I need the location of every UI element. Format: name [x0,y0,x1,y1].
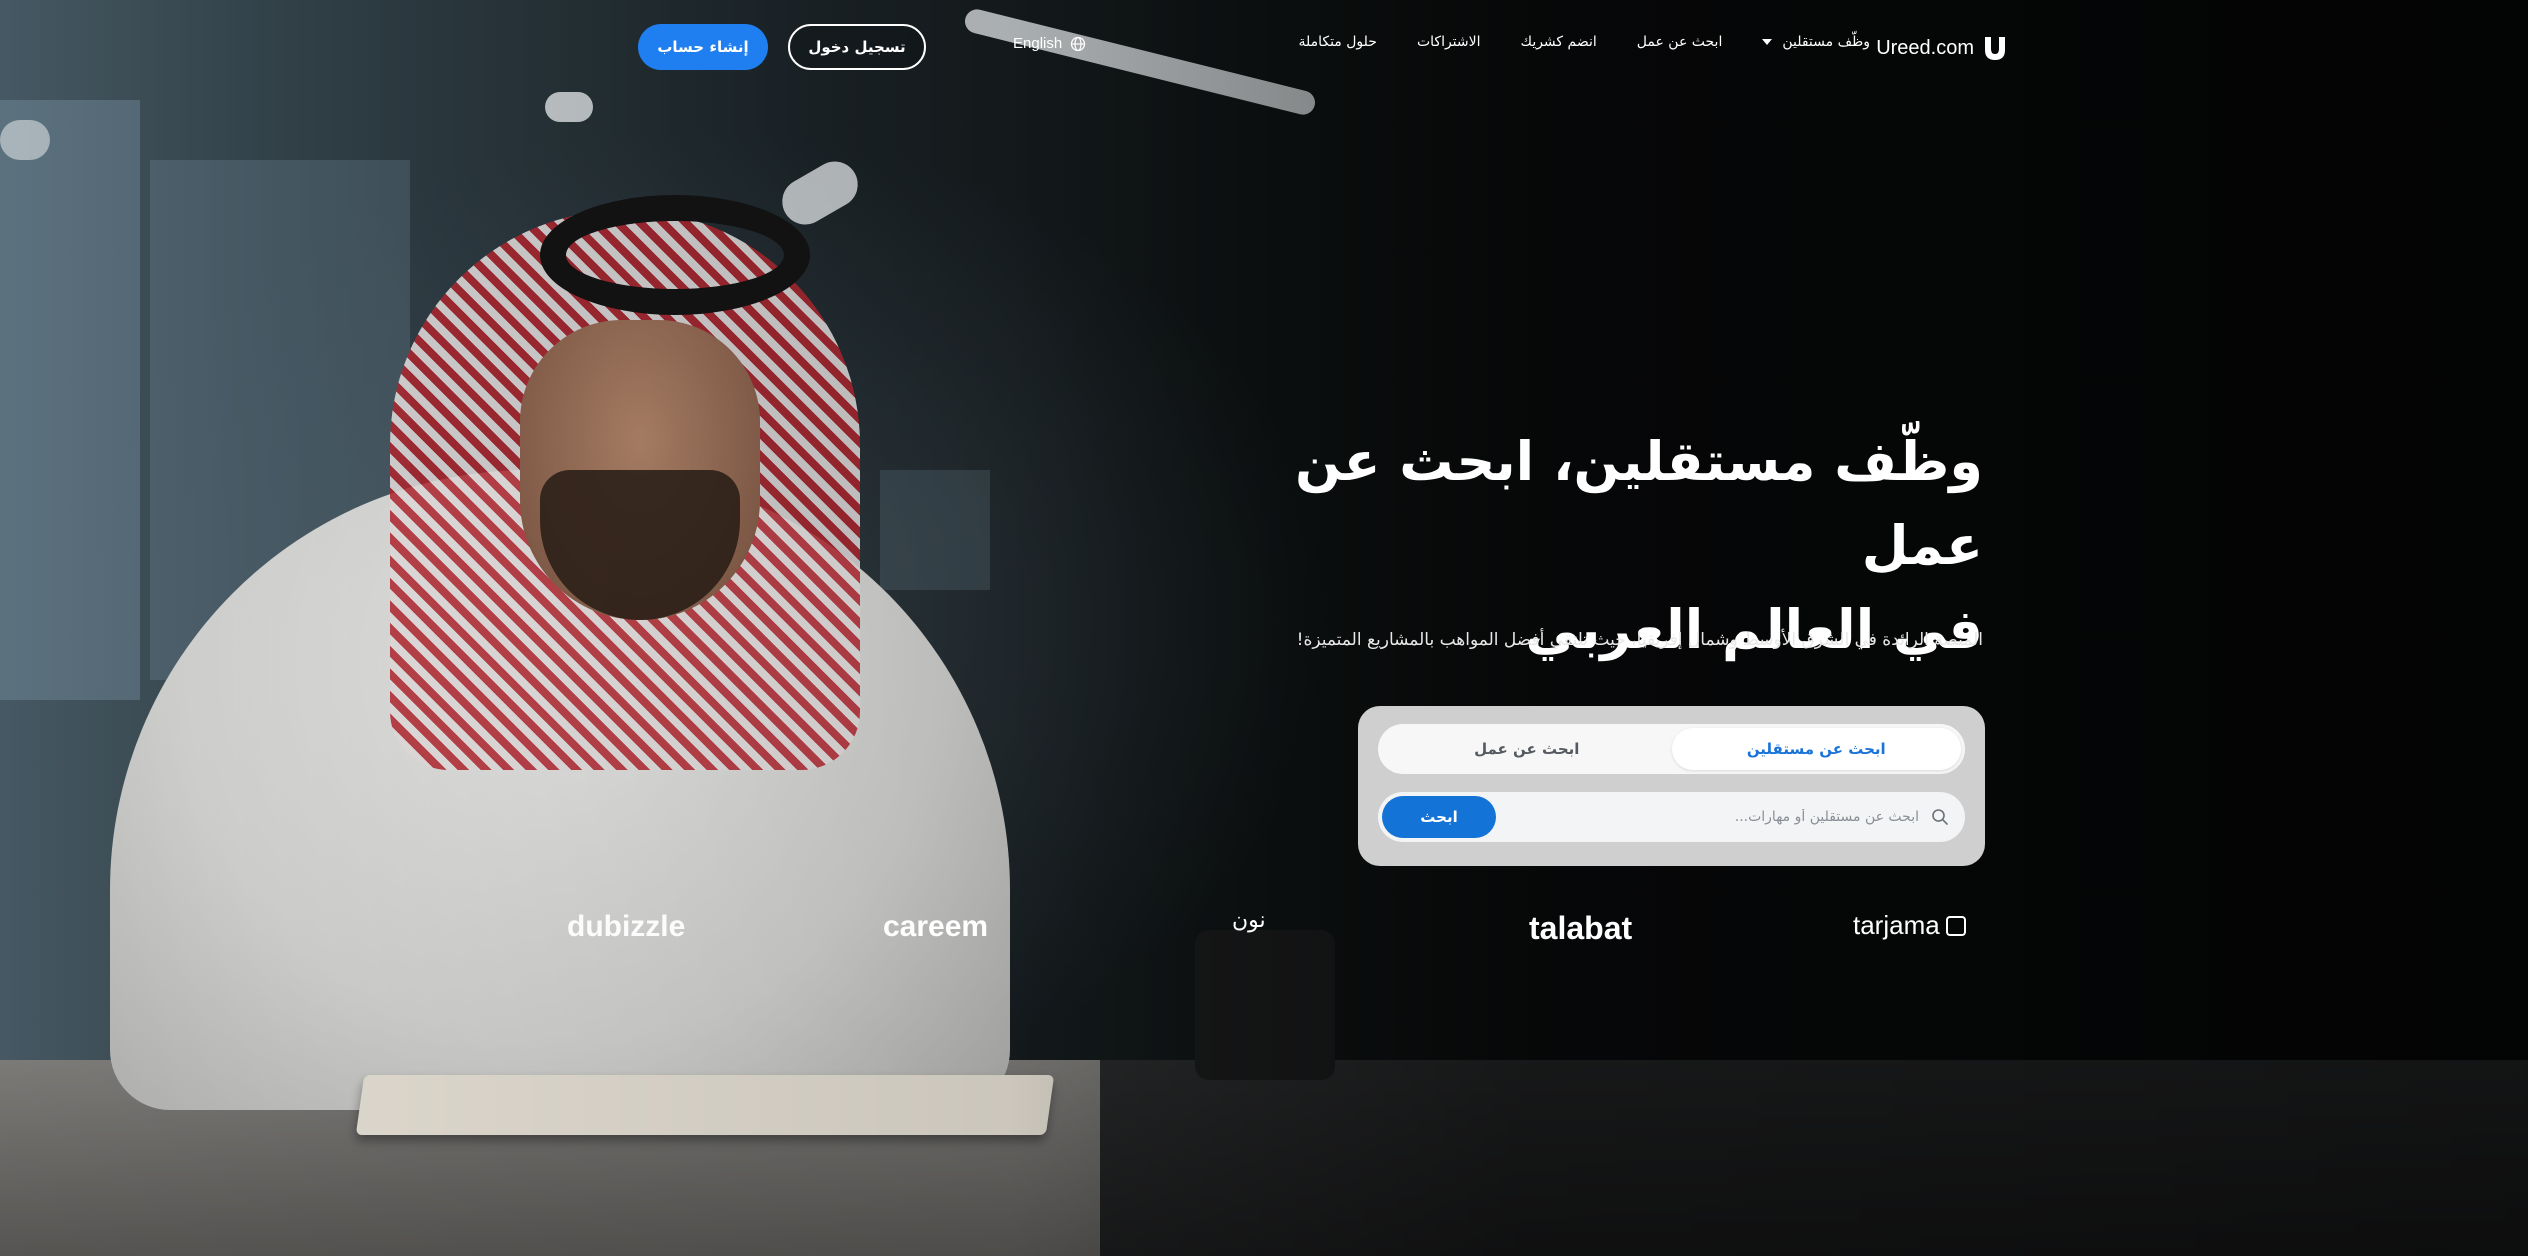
dubizzle-logo: dubizzle [567,910,686,943]
tarjama-mark-icon [1945,915,1966,936]
nav-item-label: الاشتراكات [1416,34,1481,50]
nav-item-label: وظّف مستقلين [1782,34,1870,50]
hero-title-freelancers: مستقلين، [1534,430,1835,493]
nav-item-hire-freelancers[interactable]: وظّف مستقلين [1762,34,1870,50]
nav-item-find-work[interactable]: ابحث عن عمل [1637,34,1723,50]
nav-item-join-partner[interactable]: انضم كشريك [1521,34,1597,50]
search-tabs: ابحث عن مستقلين ابحث عن عمل [1378,724,1965,774]
careem-logo: careem [883,910,989,943]
noon-logo: نون [1232,908,1266,933]
nav-item-label: حلول متكاملة [1298,34,1377,50]
search-input[interactable] [1539,802,1919,832]
nav-item-subscriptions[interactable]: الاشتراكات [1417,34,1481,50]
login-button[interactable]: تسجيل دخول [788,24,926,70]
search-card: ابحث عن مستقلين ابحث عن عمل ابحث [1358,706,1985,866]
ureed-logo-icon [1985,37,2005,60]
caret-down-icon [1762,39,1773,45]
client-logos: dubizzle careem نون talabat tarjama [0,900,2528,960]
nav-item-label: ابحث عن عمل [1636,34,1723,50]
tab-search-jobs[interactable]: ابحث عن عمل [1382,728,1672,770]
top-navigation: Ureed.com وظّف مستقلين ابحث عن عمل انضم … [0,0,2528,96]
signup-button[interactable]: إنشاء حساب [638,24,768,70]
nav-item-label: انضم كشريك [1520,34,1597,50]
hero-subtitle: المنصة الرائدة في الشرق الأوسط وشمال إفر… [1296,630,1983,650]
language-switcher[interactable]: English [1013,35,1086,52]
tarjama-logo-text: tarjama [1853,910,1940,940]
search-button[interactable]: ابحث [1382,796,1496,838]
hero-title-bold-search: ابحث [1399,430,1535,493]
tarjama-logo: tarjama [1853,910,1966,941]
brand-name: Ureed.com [1876,36,1974,59]
nav-links: وظّف مستقلين ابحث عن عمل انضم كشريك الاش… [1298,34,1870,50]
globe-icon [1071,36,1086,51]
tab-search-freelancers[interactable]: ابحث عن مستقلين [1671,728,1961,770]
nav-item-integrated-solutions[interactable]: حلول متكاملة [1298,34,1377,50]
language-label: English [1013,35,1063,52]
hero-title-bold-hire: وظّف [1834,430,1983,493]
search-bar: ابحث [1378,792,1965,842]
search-icon [1932,809,1948,825]
talabat-logo: talabat [1529,910,1633,946]
brand-logo[interactable]: Ureed.com [1876,32,2008,64]
